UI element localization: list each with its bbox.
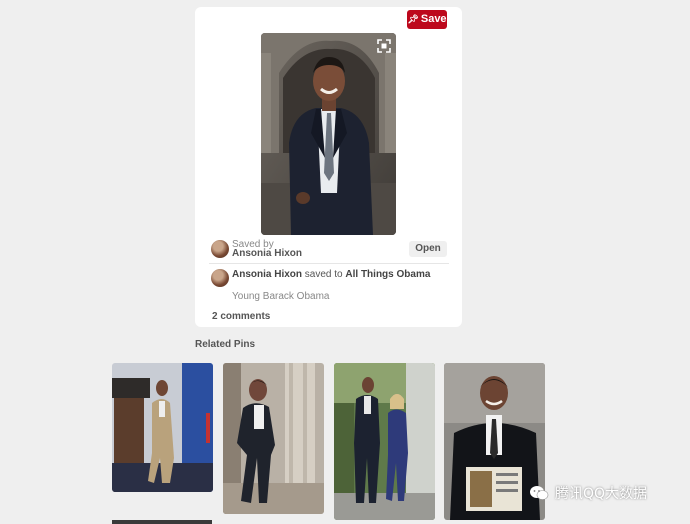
- pin-image[interactable]: [261, 33, 396, 235]
- activity-user[interactable]: Ansonia Hixon: [232, 269, 302, 280]
- related-pin-1[interactable]: [112, 363, 213, 492]
- related-pin-partial[interactable]: [112, 520, 212, 524]
- related-pin-1-photo: [112, 363, 213, 492]
- activity-board[interactable]: All Things Obama: [345, 269, 430, 280]
- divider: [209, 263, 449, 264]
- activity-verb: saved to: [304, 269, 343, 280]
- pin-icon: 📌︎: [407, 14, 419, 24]
- open-button[interactable]: Open: [409, 241, 447, 257]
- activity-text: Ansonia Hixon saved to All Things Obama: [232, 269, 447, 280]
- saved-by-name[interactable]: Ansonia Hixon: [232, 248, 302, 259]
- expand-icon[interactable]: [377, 39, 391, 53]
- save-button[interactable]: 📌︎ Save: [407, 10, 447, 29]
- related-pin-2[interactable]: [223, 363, 324, 514]
- avatar[interactable]: [211, 240, 229, 258]
- related-pin-3-photo: [334, 363, 435, 520]
- activity-avatar[interactable]: [211, 269, 229, 287]
- save-button-label: Save: [420, 13, 447, 25]
- pin-photo: [261, 33, 396, 235]
- watermark: 腾讯QQ大数据: [529, 484, 647, 502]
- board-description: Young Barack Obama: [232, 291, 330, 302]
- watermark-text: 腾讯QQ大数据: [555, 486, 648, 502]
- comments-link[interactable]: 2 comments: [212, 311, 270, 322]
- pin-card: 📌︎ Save Saved by Ansonia Hixon Open Anso…: [195, 7, 462, 327]
- related-pin-3[interactable]: [334, 363, 435, 520]
- related-pins-title: Related Pins: [195, 339, 256, 350]
- wechat-icon: [530, 486, 549, 500]
- related-pin-2-photo: [223, 363, 324, 514]
